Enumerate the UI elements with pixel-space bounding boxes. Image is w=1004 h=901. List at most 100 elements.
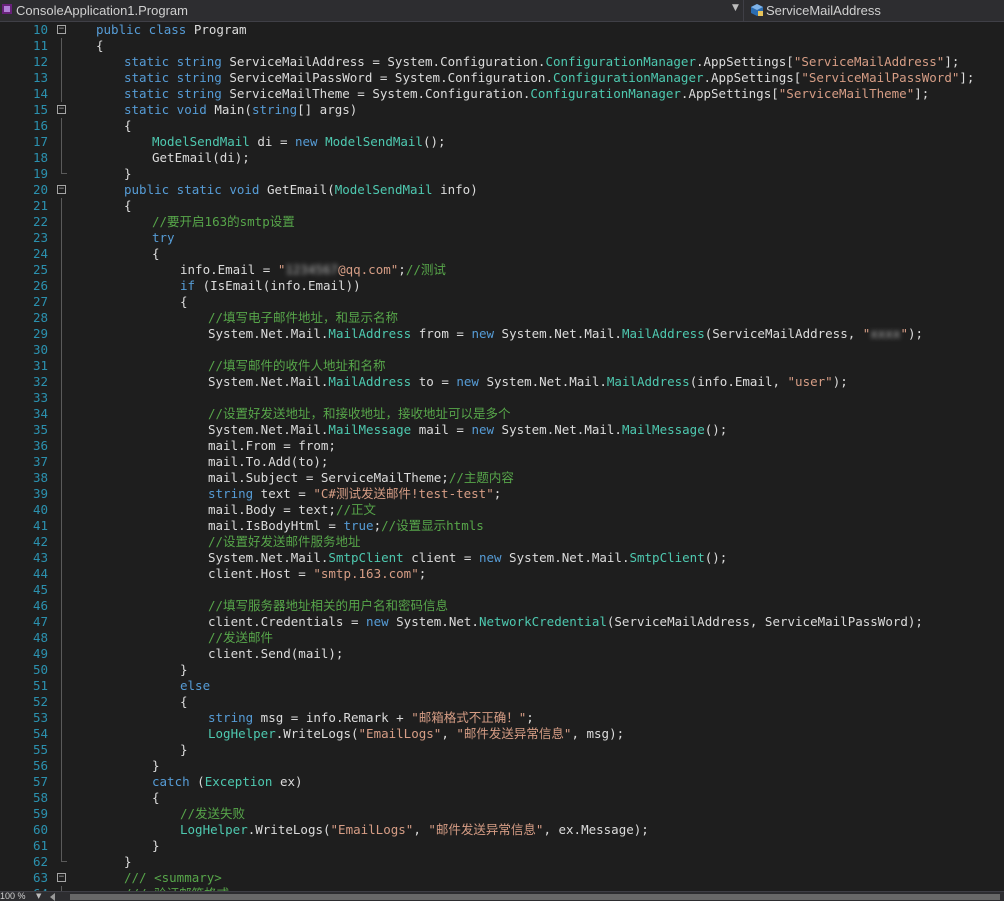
collapse-region-icon[interactable]: − <box>57 185 66 194</box>
code-editor[interactable]: 10− public class Program 11{12 static strin… <box>0 22 1004 891</box>
code-line[interactable]: 48 //发送邮件 <box>0 630 1004 646</box>
code-line[interactable]: 23 try <box>0 230 1004 246</box>
line-number: 25 <box>32 262 48 277</box>
collapse-region-icon[interactable]: − <box>57 105 66 114</box>
code-line[interactable]: 52 { <box>0 694 1004 710</box>
code-token: //测试 <box>405 262 446 277</box>
code-line[interactable]: 19} <box>0 166 1004 182</box>
code-line[interactable]: 50} <box>0 662 1004 678</box>
code-line[interactable]: 25 info.Email = "1234567@qq.com";//测试 <box>0 262 1004 278</box>
code-line[interactable]: 49 client.Send(mail); <box>0 646 1004 662</box>
code-line[interactable]: 46 //填写服务器地址相关的用户名和密码信息 <box>0 598 1004 614</box>
code-line[interactable]: 60 LogHelper.WriteLogs("EmailLogs", "邮件发送… <box>0 822 1004 838</box>
code-line[interactable]: 63− /// <summary> <box>0 870 1004 886</box>
code-line[interactable]: 37 mail.To.Add(to); <box>0 454 1004 470</box>
code-line[interactable]: 32 System.Net.Mail.MailAddress to = new S… <box>0 374 1004 390</box>
code-line[interactable]: 39 string text = "C#测试发送邮件!test-test"; <box>0 486 1004 502</box>
code-token: "邮箱格式不正确！" <box>411 710 527 725</box>
code-line[interactable]: 28 //填写电子邮件地址，和显示名称 <box>0 310 1004 326</box>
code-line[interactable]: 58 { <box>0 790 1004 806</box>
code-lines: 10− public class Program 11{12 static strin… <box>0 22 1004 891</box>
code-line[interactable]: 12 static string ServiceMailAddress = Sys… <box>0 54 1004 70</box>
zoom-level[interactable]: 100 % <box>0 891 26 901</box>
code-line[interactable]: 62} <box>0 854 1004 870</box>
code-line[interactable]: 42 //设置好发送邮件服务地址 <box>0 534 1004 550</box>
line-number: 53 <box>32 710 48 725</box>
code-line[interactable]: 44 client.Host = "smtp.163.com"; <box>0 566 1004 582</box>
code-line[interactable]: 22 //要开启163的smtp设置 <box>0 214 1004 230</box>
code-line[interactable]: 17 ModelSendMail di = new ModelSendMail()… <box>0 134 1004 150</box>
code-line[interactable]: 21 { <box>0 198 1004 214</box>
code-line[interactable]: 31 //填写邮件的收件人地址和名称 <box>0 358 1004 374</box>
code-token: string <box>208 710 254 725</box>
code-line[interactable]: 13 static string ServiceMailPassWord = Sy… <box>0 70 1004 86</box>
chevron-down-icon[interactable]: ▼ <box>732 3 739 13</box>
code-token: //设置显示htmls <box>381 518 484 533</box>
code-line[interactable]: 18 GetEmail(di); <box>0 150 1004 166</box>
code-text: if (IsEmail(info.Email)) <box>180 278 361 294</box>
code-token: ModelSendMail <box>152 134 250 149</box>
zoom-dropdown-icon[interactable]: ▼ <box>36 891 41 901</box>
horizontal-scrollbar-thumb[interactable] <box>70 894 1000 900</box>
code-line[interactable]: 54 LogHelper.WriteLogs("EmailLogs", "邮件发送… <box>0 726 1004 742</box>
type-selector-dropdown[interactable]: ConsoleApplication1.Program ▼ <box>0 0 740 21</box>
code-token: //主题内容 <box>448 470 514 485</box>
code-token: MailAddress <box>606 374 690 389</box>
code-line[interactable]: 14 static string ServiceMailTheme = Syste… <box>0 86 1004 102</box>
code-token: ); <box>832 374 848 389</box>
code-token: new <box>456 374 479 389</box>
line-number: 60 <box>32 822 48 837</box>
code-line[interactable]: 24 { <box>0 246 1004 262</box>
line-number: 20 <box>32 182 48 197</box>
code-line[interactable]: 45 <box>0 582 1004 598</box>
code-line[interactable]: 55} <box>0 742 1004 758</box>
code-line[interactable]: 40 mail.Body = text;//正文 <box>0 502 1004 518</box>
code-line[interactable]: 38 mail.Subject = ServiceMailTheme;//主题内容 <box>0 470 1004 486</box>
member-selector-dropdown[interactable]: ServiceMailAddress <box>748 0 1004 21</box>
scroll-left-arrow-icon[interactable] <box>50 893 55 901</box>
code-token: , <box>441 726 457 741</box>
code-token: Program <box>186 22 247 37</box>
code-token: } <box>152 758 160 773</box>
code-line[interactable]: 56} <box>0 758 1004 774</box>
code-token: } <box>180 662 188 677</box>
collapse-region-icon[interactable]: − <box>57 873 66 882</box>
code-line[interactable]: 36 mail.From = from; <box>0 438 1004 454</box>
code-line[interactable]: 35 System.Net.Mail.MailMessage mail = new… <box>0 422 1004 438</box>
code-line[interactable]: 30 <box>0 342 1004 358</box>
code-token: "user" <box>787 374 833 389</box>
line-number: 28 <box>32 310 48 325</box>
outline-guide <box>61 470 62 486</box>
code-line[interactable]: 41 mail.IsBodyHtml = true;//设置显示htmls <box>0 518 1004 534</box>
code-line[interactable]: 27 { <box>0 294 1004 310</box>
code-line[interactable]: 26 if (IsEmail(info.Email)) <box>0 278 1004 294</box>
code-token: "ServiceMailTheme" <box>778 86 915 101</box>
code-line[interactable]: 33 <box>0 390 1004 406</box>
code-line[interactable]: 20− public static void GetEmail(ModelSend… <box>0 182 1004 198</box>
code-text: try <box>152 230 175 246</box>
outline-guide <box>61 534 62 550</box>
code-token: .WriteLogs( <box>275 726 359 741</box>
outline-guide <box>61 198 62 214</box>
code-line[interactable]: 16 { <box>0 118 1004 134</box>
code-line[interactable]: 57 catch (Exception ex) <box>0 774 1004 790</box>
code-line[interactable]: 11 { <box>0 38 1004 54</box>
code-token: client.Send(mail); <box>208 646 344 661</box>
code-line[interactable]: 59 //发送失败 <box>0 806 1004 822</box>
code-text: { <box>152 790 160 806</box>
code-line[interactable]: 15− static void Main(string[] args) <box>0 102 1004 118</box>
code-line[interactable]: 34 //设置好发送地址，和接收地址，接收地址可以是多个 <box>0 406 1004 422</box>
code-line[interactable]: 29 System.Net.Mail.MailAddress from = new… <box>0 326 1004 342</box>
code-token: (ServiceMailAddress, ServiceMailPassWord… <box>606 614 923 629</box>
collapse-region-icon[interactable]: − <box>57 25 66 34</box>
line-number: 36 <box>32 438 48 453</box>
code-line[interactable]: 10− public class Program <box>0 22 1004 38</box>
code-text: static string ServiceMailPassWord = Syst… <box>124 70 974 86</box>
code-line[interactable]: 53 string msg = info.Remark + "邮箱格式不正确！"; <box>0 710 1004 726</box>
code-line[interactable]: 43 System.Net.Mail.SmtpClient client = ne… <box>0 550 1004 566</box>
code-line[interactable]: 61} <box>0 838 1004 854</box>
line-number: 52 <box>32 694 48 709</box>
outline-guide <box>61 630 62 646</box>
code-line[interactable]: 47 client.Credentials = new System.Net.Ne… <box>0 614 1004 630</box>
code-line[interactable]: 51 else <box>0 678 1004 694</box>
